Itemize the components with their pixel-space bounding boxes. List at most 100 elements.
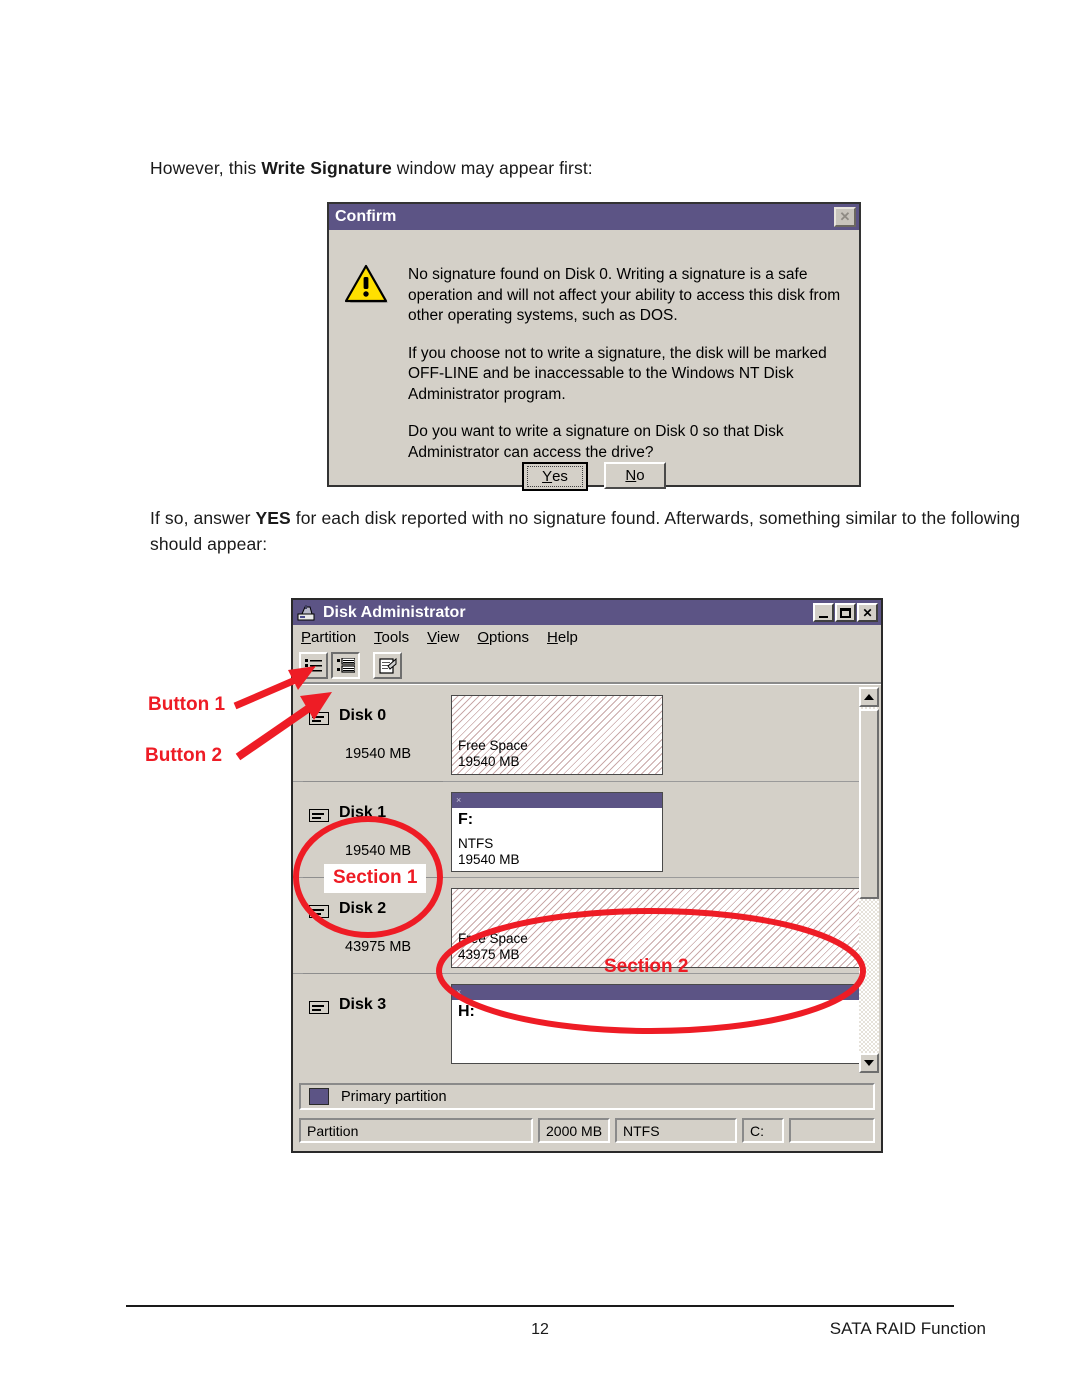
yes-button[interactable]: Yes — [522, 462, 588, 491]
status-extra — [789, 1118, 875, 1143]
menu-help[interactable]: Help — [547, 629, 578, 646]
close-icon[interactable]: ✕ — [857, 603, 878, 622]
triangle-up-icon — [864, 694, 874, 700]
partition-block-primary[interactable]: × F: NTFS 19540 MB — [451, 792, 663, 872]
scrollbar-track[interactable] — [859, 707, 879, 1053]
partition-free-info: Free Space 43975 MB — [458, 931, 528, 963]
menu-options-accel: O — [477, 628, 489, 646]
intro-paragraph: However, this Write Signature window may… — [150, 155, 1010, 181]
disk-configuration-view-button[interactable] — [299, 652, 328, 679]
disk-name: Disk 1 — [339, 804, 387, 821]
status-size: 2000 MB — [538, 1118, 610, 1143]
menu-tools-accel: T — [374, 628, 382, 646]
footer-divider — [126, 1305, 954, 1307]
disk-drive-icon — [309, 712, 329, 725]
menu-options-rest: ptions — [489, 628, 530, 646]
properties-button[interactable] — [373, 652, 402, 679]
status-drive-letter: C: — [742, 1118, 784, 1143]
disk-label-column: Disk 3 — [293, 974, 445, 1069]
scroll-down-icon[interactable] — [859, 1053, 879, 1073]
triangle-down-icon — [864, 1060, 874, 1066]
second-text-bold: YES — [255, 508, 291, 528]
partition-free-size: 19540 MB — [458, 754, 520, 769]
disk-row[interactable]: Disk 3 × H: — [293, 973, 861, 1069]
disk-drive-icon — [309, 809, 329, 822]
status-object: Partition — [299, 1118, 533, 1143]
disk-name: Disk 2 — [339, 900, 387, 917]
annotation-button-1-label: Button 1 — [148, 694, 226, 715]
intro-text-pre: However, this — [150, 158, 262, 178]
disk-row[interactable]: Disk 0 19540 MB Free Space 19540 MB — [293, 685, 859, 781]
menu-view[interactable]: View — [427, 629, 459, 646]
intro-text-bold: Write Signature — [261, 158, 392, 178]
disk-size: 19540 MB — [345, 746, 412, 762]
disk-admin-menubar: Partition Tools View Options Help — [293, 625, 881, 649]
confirm-dialog-title: Confirm — [335, 208, 397, 225]
partition-block-primary[interactable]: × H: — [451, 984, 861, 1064]
partition-free-info: Free Space 19540 MB — [458, 738, 528, 770]
menu-partition[interactable]: Partition — [301, 629, 356, 646]
annotation-section-2-label: Section 2 — [604, 956, 689, 977]
yes-button-rest: es — [552, 468, 568, 485]
partition-free-label: Free Space — [458, 931, 528, 946]
menu-view-rest: iew — [436, 628, 460, 646]
disk-label-column: Disk 1 19540 MB — [293, 782, 445, 877]
partition-drive-letter: F: — [458, 811, 474, 828]
confirm-dialog-body: No signature found on Disk 0. Writing a … — [329, 230, 859, 491]
partition-header-bar: × — [452, 793, 662, 808]
menu-help-accel: H — [547, 628, 558, 646]
partition-header-bar: × — [452, 985, 860, 1000]
maximize-icon[interactable] — [835, 603, 856, 622]
close-icon[interactable]: ✕ — [834, 207, 856, 227]
confirm-message-line-1: No signature found on Disk 0. Writing a … — [408, 266, 841, 324]
partition-free-size: 43975 MB — [458, 947, 520, 962]
warning-icon — [345, 264, 388, 303]
confirm-dialog-titlebar: Confirm ✕ — [329, 204, 859, 230]
disk-size: 43975 MB — [345, 939, 412, 955]
properties-icon — [378, 657, 396, 674]
disk-label-column: Disk 0 19540 MB — [293, 685, 445, 781]
partition-info: NTFS 19540 MB — [458, 836, 520, 868]
disk-name: Disk 3 — [339, 996, 387, 1013]
menu-options[interactable]: Options — [477, 629, 529, 646]
disk-admin-titlebar: Disk Administrator ✕ — [293, 600, 881, 625]
no-button-accel: N — [625, 467, 637, 484]
disk-size: 19540 MB — [345, 843, 412, 859]
yes-button-accel: Y — [542, 468, 553, 485]
no-button-rest: o — [636, 467, 645, 484]
confirm-dialog-message: No signature found on Disk 0. Writing a … — [408, 265, 848, 463]
confirm-message-line-2: If you choose not to write a signature, … — [408, 344, 827, 403]
scroll-up-icon[interactable] — [859, 687, 879, 707]
minimize-icon[interactable] — [813, 603, 834, 622]
annotation-section-1-label: Section 1 — [324, 864, 427, 893]
status-bar: Partition 2000 MB NTFS C: — [299, 1118, 875, 1143]
intro-text-post: window may appear first: — [391, 158, 593, 178]
confirm-dialog: Confirm ✕ No signature found on Disk 0. … — [327, 202, 861, 491]
footer-section-title: SATA RAID Function — [829, 1319, 986, 1338]
disk-admin-toolbar — [293, 649, 881, 684]
status-filesystem: NTFS — [615, 1118, 737, 1143]
menu-partition-rest: artition — [311, 628, 357, 646]
second-paragraph: If so, answer YES for each disk reported… — [150, 505, 1050, 557]
menu-tools[interactable]: Tools — [374, 629, 409, 646]
annotation-button-2-label: Button 2 — [145, 745, 223, 766]
no-button[interactable]: No — [604, 462, 666, 489]
menu-help-rest: elp — [557, 628, 578, 646]
legend-bar: Primary partition — [299, 1083, 875, 1110]
legend-label: Primary partition — [341, 1088, 447, 1105]
yes-button-inner: Yes — [527, 466, 583, 487]
disk-drive-icon — [309, 1001, 329, 1014]
second-text-pre: If so, answer — [150, 508, 256, 528]
scrollbar-thumb[interactable] — [859, 709, 879, 899]
partition-free-label: Free Space — [458, 738, 528, 753]
volumes-view-button[interactable] — [331, 652, 360, 679]
disk-row[interactable]: Disk 1 19540 MB × F: NTFS 19540 MB — [293, 781, 859, 877]
vertical-scrollbar[interactable] — [859, 687, 879, 1073]
confirm-dialog-buttons: Yes No — [329, 462, 859, 491]
confirm-message-line-3: Do you want to write a signature on Disk… — [408, 423, 784, 461]
primary-partition-swatch — [309, 1088, 329, 1105]
partition-block-free[interactable]: Free Space 19540 MB — [451, 695, 663, 775]
partition-size: 19540 MB — [458, 852, 520, 867]
menu-tools-rest: ools — [381, 628, 410, 646]
disk-administrator-icon — [297, 604, 315, 620]
